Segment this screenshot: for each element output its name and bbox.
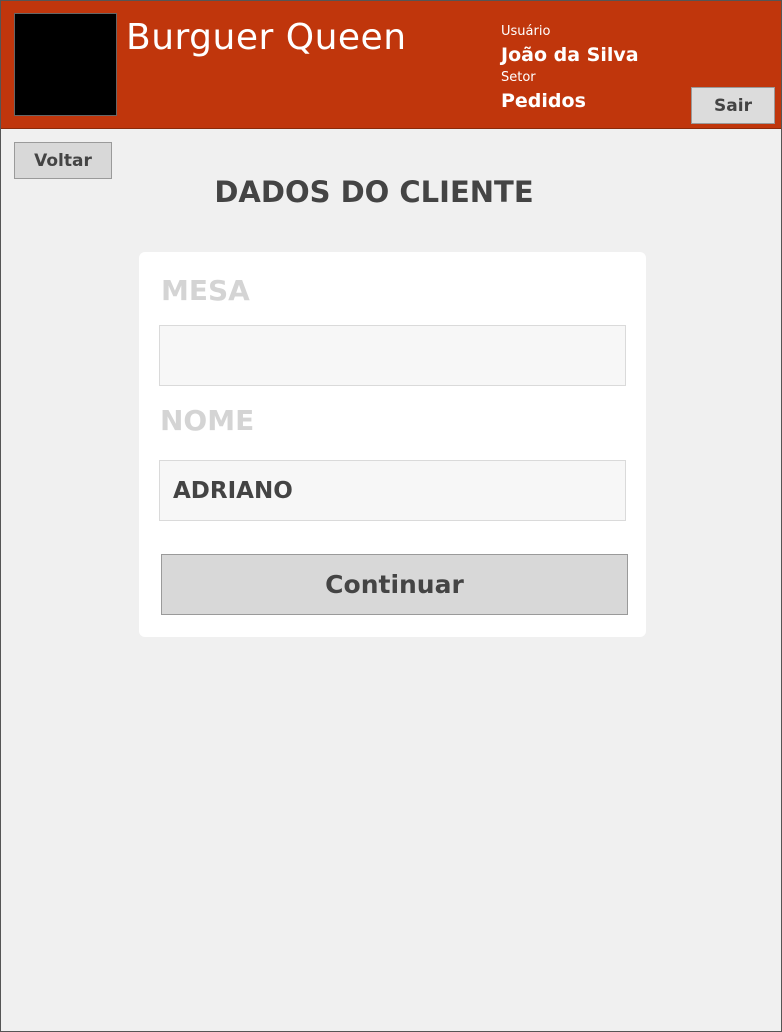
logout-button[interactable]: Sair [691,87,775,124]
user-info: Usuário João da Silva Setor Pedidos [501,23,639,115]
continue-button[interactable]: Continuar [161,554,628,615]
customer-form-card: MESA NOME Continuar [139,252,646,637]
name-input[interactable] [159,460,626,521]
table-input[interactable] [159,325,626,386]
back-button[interactable]: Voltar [14,142,112,179]
app-header: Burguer Queen Usuário João da Silva Seto… [1,1,781,129]
table-label: MESA [161,274,250,307]
sector-name: Pedidos [501,90,586,112]
brand-title: Burguer Queen [126,17,407,58]
page-title: DADOS DO CLIENTE [214,175,534,209]
user-caption: Usuário [501,24,551,39]
sector-caption: Setor [501,70,536,85]
user-name: João da Silva [501,44,639,66]
logo [14,13,117,116]
name-label: NOME [160,404,255,437]
